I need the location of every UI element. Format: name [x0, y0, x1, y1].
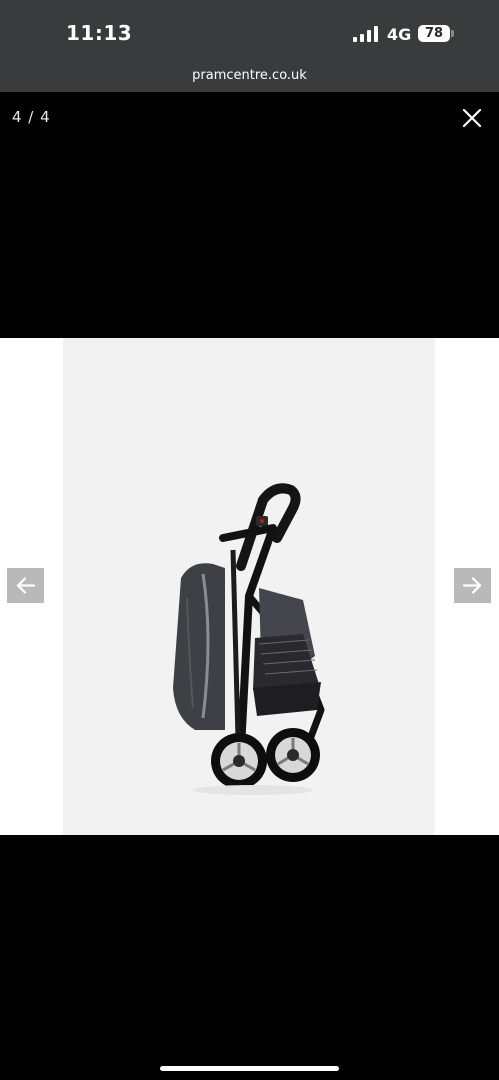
url-text[interactable]: pramcentre.co.uk — [0, 68, 499, 83]
arrow-right-icon — [462, 577, 482, 594]
battery-cap — [451, 30, 454, 37]
next-image-button[interactable] — [454, 568, 491, 603]
battery-level: 78 — [424, 26, 444, 41]
status-bar: 11:13 4G 78 — [0, 0, 499, 62]
image-counter: 4 / 4 — [12, 108, 51, 126]
arrow-left-icon — [16, 577, 36, 594]
image-stage — [0, 338, 499, 835]
image-viewer: 4 / 4 — [0, 92, 499, 1080]
battery-icon: 78 — [418, 25, 450, 42]
network-type: 4G — [387, 25, 412, 44]
status-time: 11:13 — [66, 21, 133, 45]
signal-bars-icon — [353, 26, 378, 42]
home-indicator[interactable] — [160, 1066, 339, 1071]
address-bar[interactable]: pramcentre.co.uk — [0, 62, 499, 92]
previous-image-button[interactable] — [7, 568, 44, 603]
close-icon[interactable] — [459, 105, 485, 131]
product-photo — [63, 338, 435, 835]
stroller-illustration — [173, 483, 325, 795]
